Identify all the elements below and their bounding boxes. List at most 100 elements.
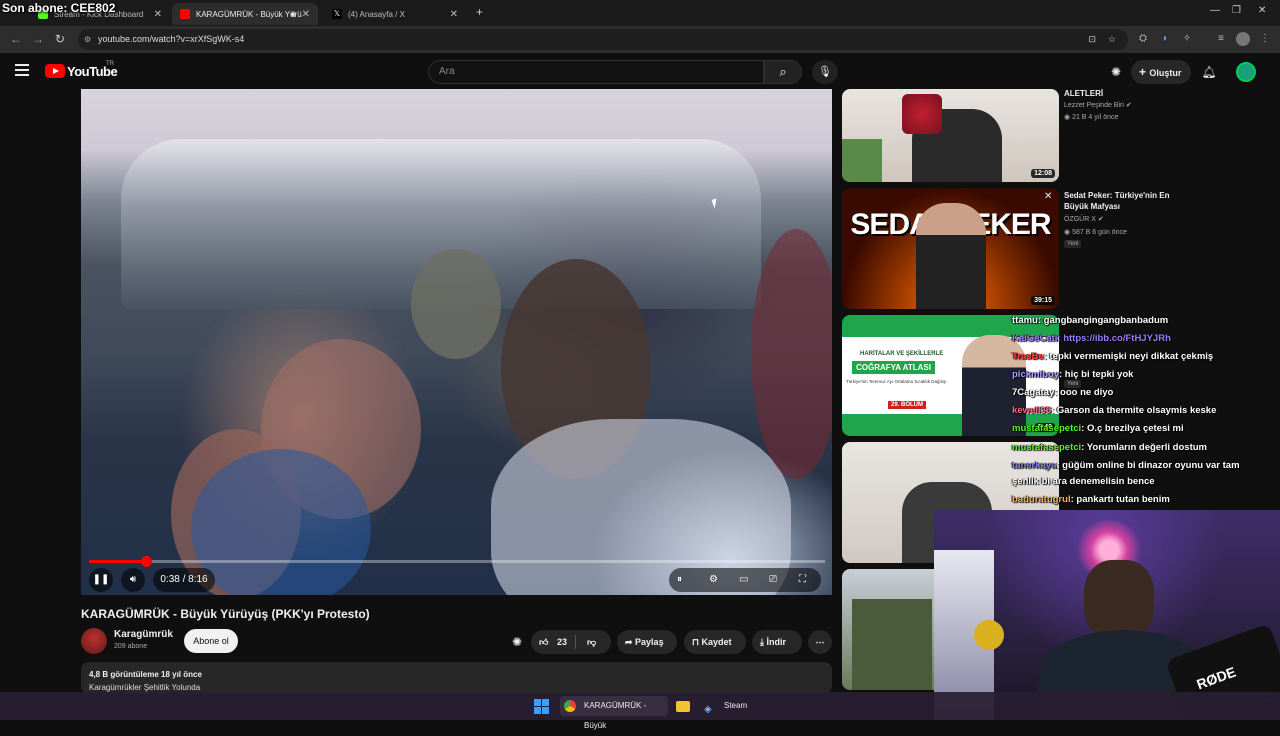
description-box[interactable]: 4,8 B görüntüleme 18 yıl önce Karagümrük…	[81, 662, 832, 694]
extension-icon[interactable]: ⛭	[1136, 32, 1150, 46]
chat-message: kewell35: Garson da thermite olsaymis ke…	[1012, 405, 1217, 416]
tab-x-home[interactable]: 𝕏 (4) Anasayfa / X ✕	[324, 3, 466, 25]
hamburger-menu-icon[interactable]	[15, 64, 29, 76]
new-badge: Yeni	[1064, 240, 1082, 248]
channel-subscriber-count: 209 abone	[114, 643, 148, 650]
gemini-sparkle-icon[interactable]: ✺	[1108, 64, 1124, 80]
recommendation-title[interactable]: ALETLERİ	[1064, 88, 1184, 99]
forward-button[interactable]: →	[30, 31, 46, 47]
profile-avatar[interactable]	[1236, 32, 1250, 46]
recommendation-thumbnail[interactable]: SEDAT PEKER 39:15	[842, 188, 1059, 309]
mute-button[interactable]: 🔊︎	[121, 568, 145, 592]
back-button[interactable]: ←	[8, 31, 24, 47]
fullscreen-icon[interactable]: ⛶	[799, 568, 806, 592]
save-button[interactable]: ⊓ Kaydet	[684, 630, 746, 654]
voice-search-button[interactable]: 🎙︎	[812, 60, 838, 84]
maximize-button[interactable]: ❐	[1232, 5, 1241, 16]
more-actions-button[interactable]: ⋯	[808, 630, 832, 654]
tab-label: (4) Anasayfa / X	[348, 9, 405, 19]
browser-menu-icon[interactable]: ⋮	[1258, 32, 1272, 46]
file-explorer-icon[interactable]	[676, 696, 692, 716]
chat-message: mustafasepetci: O.ç brezilya çetesi mi	[1012, 423, 1184, 434]
download-button[interactable]: ⤓ İndir	[752, 630, 802, 654]
install-app-icon[interactable]: ⊡	[1088, 29, 1096, 50]
channel-name[interactable]: Karagümrük	[114, 629, 173, 640]
new-tab-button[interactable]: +	[476, 5, 483, 19]
video-frame-crowd	[191, 449, 371, 595]
recommendation-title[interactable]: Sedat Peker: Türkiye'nin En Büyük Mafyas…	[1064, 190, 1184, 212]
account-avatar[interactable]	[1236, 62, 1256, 82]
taskbar-steam[interactable]: ◈ Steam	[700, 696, 750, 716]
autoplay-toggle-icon[interactable]: ⏸︎	[677, 568, 682, 592]
reading-list-icon[interactable]: ≡	[1214, 32, 1228, 46]
youtube-logo-icon[interactable]	[45, 64, 65, 78]
progress-bar[interactable]	[89, 556, 825, 567]
steam-icon: ◈	[704, 704, 712, 715]
taskbar-label: Steam	[724, 701, 748, 710]
like-button[interactable]: 👍︎	[539, 630, 548, 654]
search-icon: ⌕	[779, 64, 787, 79]
thumbnail-food	[902, 94, 942, 134]
settings-gear-icon[interactable]: ⚙	[709, 568, 718, 592]
chat-message: TrasBe: tepki vermemişki neyi dikkat çek…	[1012, 351, 1214, 362]
progress-scrubber[interactable]	[140, 556, 152, 567]
extension-icon[interactable]: ◗	[1158, 32, 1172, 46]
chat-message: mustafasepetci: Yorumların değerli dostu…	[1012, 442, 1207, 453]
progress-fill	[89, 560, 146, 563]
video-frame-crowd	[751, 229, 832, 479]
time-display: 0:38 / 8:16	[153, 568, 215, 592]
taskbar-chrome[interactable]: KARAGÜMRÜK - Büyük	[560, 696, 668, 730]
dislike-button[interactable]: 👎︎	[587, 630, 596, 654]
theater-mode-icon[interactable]: ▭	[739, 568, 748, 592]
recommendation-channel: Lezzet Peşinde Biri ✔	[1064, 102, 1132, 109]
search-input[interactable]: Ara	[428, 60, 764, 84]
save-label: Kaydet	[701, 637, 732, 647]
recommendation-channel: ÖZGÜR X ✔	[1064, 216, 1104, 223]
window-close-button[interactable]: ✕	[1258, 5, 1266, 16]
channel-avatar[interactable]	[81, 628, 107, 654]
ai-sparkle-icon[interactable]: ✺	[512, 635, 522, 649]
cast-icon[interactable]: ⎚	[769, 568, 777, 592]
browser-tab-bar: Stream - Kick Dashboard ✕ KARAGÜMRÜK - B…	[0, 0, 1280, 26]
download-label: İndir	[766, 637, 786, 647]
pause-button[interactable]: ❚❚	[89, 568, 113, 592]
views-and-date: 4,8 B görüntüleme 18 yıl önce	[89, 670, 202, 679]
share-icon: ➦	[625, 637, 636, 647]
video-player[interactable]	[81, 89, 832, 595]
chat-message: baduratugrul: pankartı tutan benim	[1012, 494, 1170, 505]
reload-button[interactable]: ↻	[52, 31, 68, 47]
plus-icon: +	[1139, 65, 1150, 79]
search-button[interactable]: ⌕	[764, 60, 802, 84]
youtube-header: YouTube TR Ara ⌕ 🎙︎ ✺ + Oluştur 🔔︎	[0, 53, 1280, 91]
create-button[interactable]: + Oluştur	[1131, 60, 1191, 84]
create-label: Oluştur	[1149, 68, 1182, 78]
pause-icon: ❚❚	[92, 574, 110, 585]
close-tab-icon[interactable]: ✕	[302, 9, 310, 20]
site-info-icon[interactable]: ⚙	[84, 29, 91, 50]
tab-youtube-video[interactable]: KARAGÜMRÜK - Büyük Yürü 🔊︎ ✕	[172, 3, 318, 25]
extensions-puzzle-icon[interactable]: ✧	[1180, 32, 1194, 46]
x-icon: 𝕏	[332, 9, 342, 19]
notifications-bell-icon[interactable]: 🔔︎	[1201, 64, 1217, 80]
close-tab-icon[interactable]: ✕	[154, 9, 162, 20]
subscribe-button[interactable]: Abone ol	[184, 629, 238, 653]
minimize-button[interactable]: —	[1210, 5, 1220, 16]
youtube-icon	[180, 9, 190, 19]
chat-message: şenlik bi ara denemelisin bence	[1012, 476, 1155, 487]
bookmark-star-icon[interactable]: ☆	[1108, 29, 1116, 50]
chat-message: ttamu: gangbangingangbanbadum	[1012, 315, 1169, 326]
close-tab-icon[interactable]: ✕	[450, 9, 458, 20]
thumbnail-person	[916, 203, 986, 309]
streamer-head	[1084, 560, 1154, 640]
bookmark-icon: ⊓	[692, 637, 702, 647]
thumbnail-soldiers	[852, 599, 932, 690]
speaker-icon[interactable]: 🔊︎	[290, 9, 296, 20]
recommendation-thumbnail[interactable]: 12:08	[842, 89, 1059, 182]
windows-start-icon[interactable]	[534, 696, 550, 716]
chrome-icon	[564, 700, 576, 712]
address-bar[interactable]: ⚙ youtube.com/watch?v=xrXfSgWK-s4 ⊡ ☆	[78, 29, 1128, 50]
thumbnail-text: 29. BÖLÜM	[888, 401, 927, 409]
description-text: Karagümrükler Şehitlik Yolunda	[89, 683, 201, 692]
share-button[interactable]: ➦ Paylaş	[617, 630, 677, 654]
stream-overlay-last-subscriber: Son abone: CEE802	[2, 1, 116, 15]
